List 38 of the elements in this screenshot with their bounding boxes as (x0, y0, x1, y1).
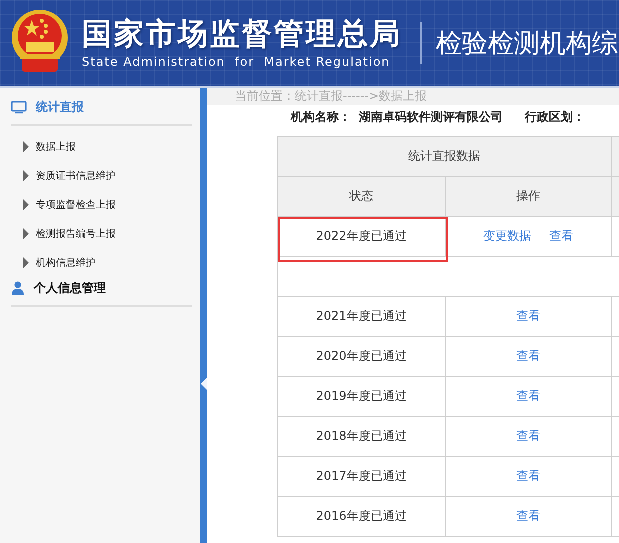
triangle-icon (23, 198, 29, 210)
status-cell: 2020年度已通过 (278, 336, 446, 376)
action-link[interactable]: 查看 (516, 389, 540, 403)
action-link[interactable]: 查看 (516, 429, 540, 443)
action-link[interactable]: 查看 (550, 229, 574, 243)
status-cell: 2018年度已通过 (278, 416, 446, 456)
sidebar-item[interactable]: 专项监督检查上报 (0, 190, 192, 219)
status-cell: 2016年度已通过 (278, 496, 446, 536)
org-name: 湖南卓码软件测评有限公司 (359, 109, 503, 126)
action-link[interactable]: 查看 (516, 469, 540, 483)
status-cell: 2019年度已通过 (278, 376, 446, 416)
column-header: 状态 (278, 176, 446, 216)
region-label: 行政区划： (525, 109, 585, 126)
monitor-icon (11, 100, 27, 114)
column-header: 操作 (446, 176, 612, 216)
status-cell: 2021年度已通过 (278, 296, 446, 336)
agency-english-title: State Administration for Market Regulation (82, 55, 392, 69)
triangle-icon (23, 170, 29, 182)
breadcrumb: 当前位置：统计直报------>数据上报 (207, 88, 619, 105)
action-link[interactable]: 变更数据 (484, 229, 532, 243)
triangle-icon (23, 256, 29, 268)
system-title: 检验检测机构综 (436, 28, 618, 60)
table-header: 统计直报数据 (278, 136, 612, 176)
sidebar-item[interactable]: 数据上报 (0, 132, 192, 161)
sidebar-section[interactable]: 个人信息管理 (0, 277, 192, 299)
triangle-icon (23, 140, 29, 152)
sidebar-item[interactable]: 资质证书信息维护 (0, 161, 192, 190)
status-cell: 2017年度已通过 (278, 456, 446, 496)
person-icon (11, 281, 25, 295)
org-name-label: 机构名称： (291, 109, 351, 126)
action-link[interactable]: 查看 (516, 349, 540, 363)
triangle-icon (23, 228, 29, 240)
agency-title: 国家市场监督管理总局 (82, 17, 402, 53)
action-link[interactable]: 查看 (516, 509, 540, 523)
sidebar-item[interactable]: 检测报告编号上报 (0, 219, 192, 248)
sidebar-section[interactable]: 统计直报 (0, 96, 192, 118)
action-link[interactable]: 查看 (516, 309, 540, 323)
sidebar-item[interactable]: 机构信息维护 (0, 248, 192, 277)
